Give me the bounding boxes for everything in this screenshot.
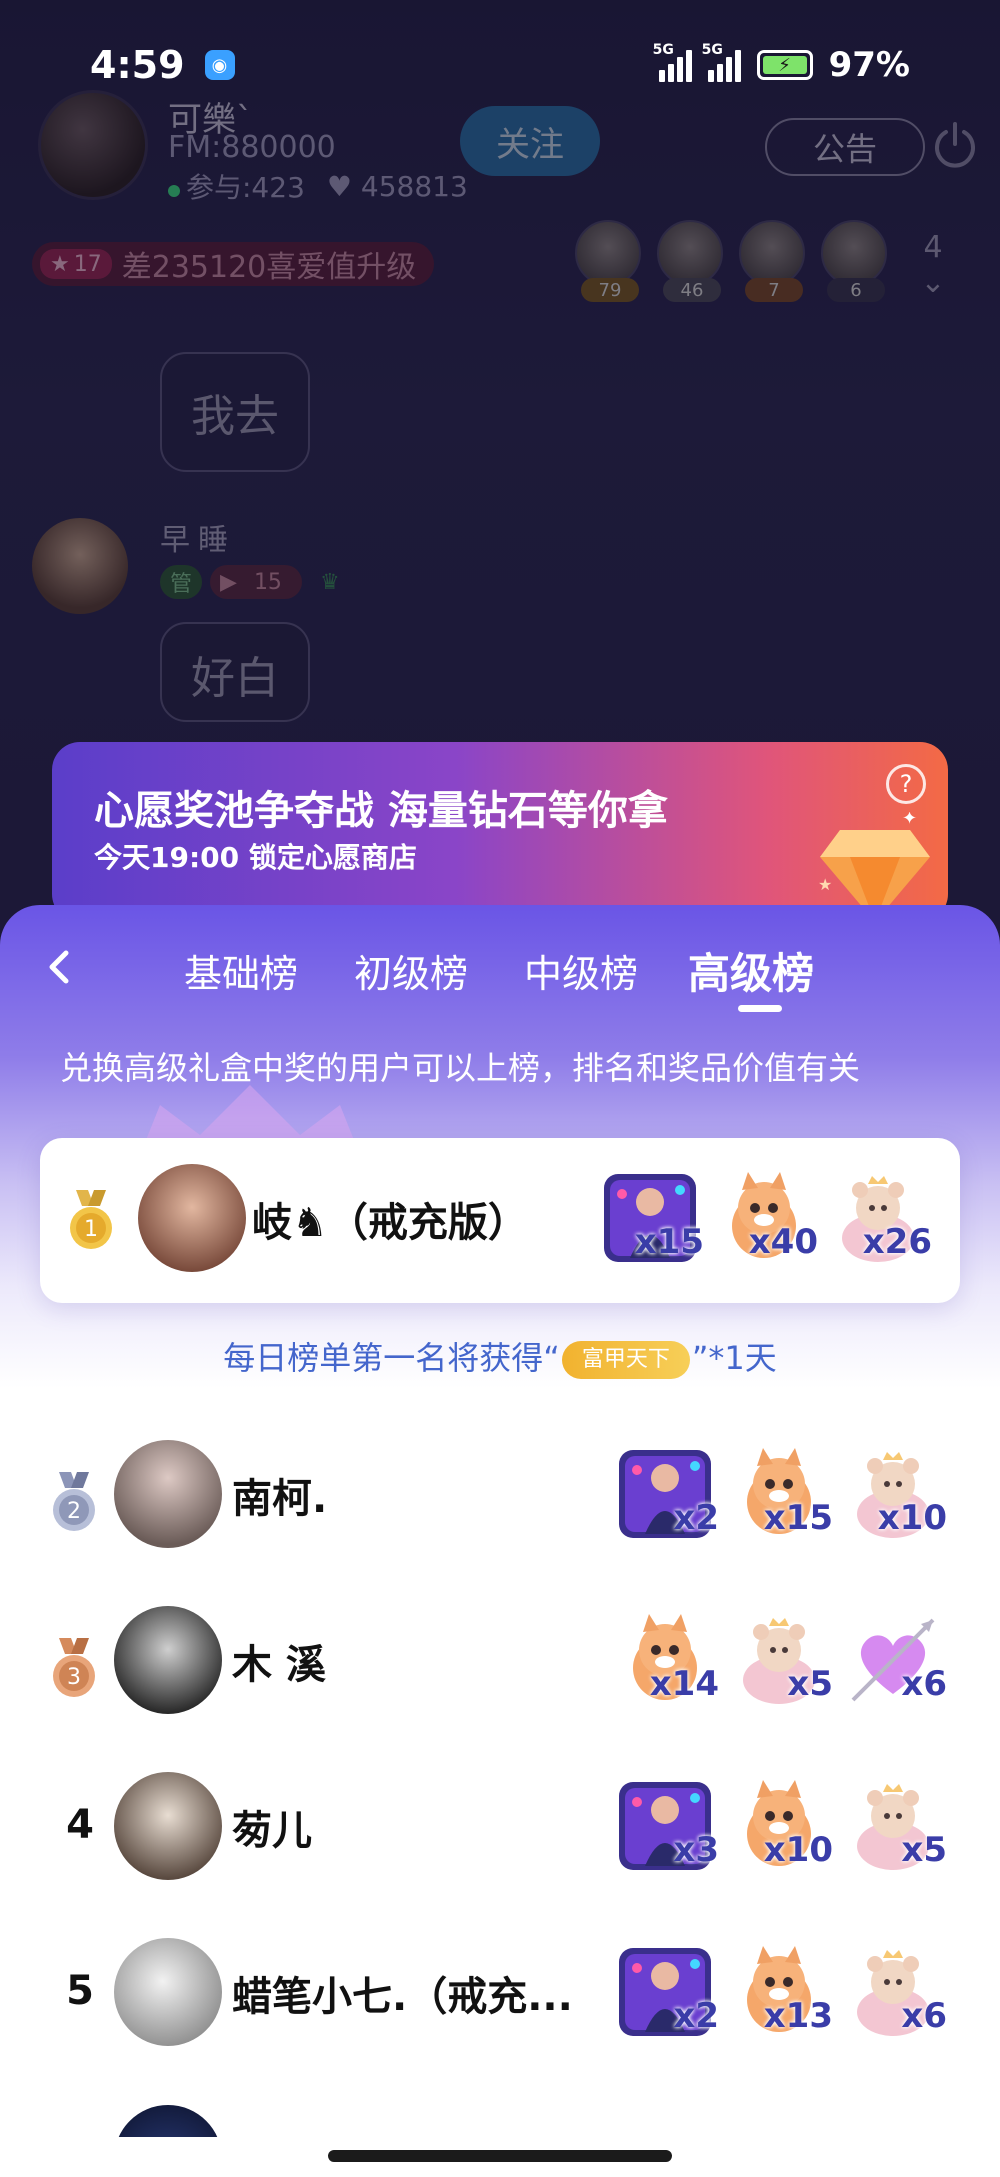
help-icon[interactable]: ? bbox=[886, 764, 926, 804]
dj-girl-gift-icon: x2 bbox=[615, 1444, 719, 1544]
tab-junior[interactable]: 初级榜 bbox=[354, 935, 468, 1005]
chat-message: 我去 bbox=[160, 352, 310, 472]
app-notification-icon: ◉ bbox=[204, 50, 235, 80]
user-avatar[interactable] bbox=[138, 1164, 246, 1272]
daily-reward-note: 每日榜单第一名将获得“ 富甲天下 ”*1天 bbox=[223, 1339, 777, 1379]
rank-number: 4 bbox=[66, 1802, 94, 1848]
kitten-gift-icon: x14 bbox=[615, 1610, 719, 1710]
user-name: 南柯. bbox=[232, 1476, 328, 1522]
heart-icon: ♥ bbox=[326, 169, 352, 203]
prize-list: x14 x5 x6 bbox=[615, 1610, 947, 1710]
leaderboard-row[interactable]: 3 木 溪 x14 x5 x6 bbox=[0, 1606, 1000, 1726]
chat-user-badges: 管 ▶ 15 ♛ bbox=[160, 565, 350, 599]
user-level-badge: ▶ 15 bbox=[210, 565, 302, 599]
tab-indicator bbox=[738, 1005, 782, 1012]
dj-girl-gift-icon: x15 bbox=[600, 1168, 704, 1268]
user-name: 蜡笔小七.（戒充... bbox=[232, 1974, 573, 2020]
viewer-avatar[interactable]: 46 bbox=[657, 220, 727, 302]
leaderboard-sheet: 基础榜 初级榜 中级榜 高级榜 兑换高级礼盒中奖的用户可以上榜，排名和奖品价值有… bbox=[0, 905, 1000, 2177]
chat-message: 好白 bbox=[160, 622, 310, 722]
wish-pool-banner[interactable]: 心愿奖池争夺战 海量钻石等你拿 今天19:00 锁定心愿商店 ? ✦ ★ bbox=[52, 742, 948, 922]
svg-text:1: 1 bbox=[84, 1217, 98, 1242]
tab-basic[interactable]: 基础榜 bbox=[184, 935, 298, 1005]
angel-bear-gift-icon: x6 bbox=[843, 1942, 947, 2042]
user-name: 岐♞（戒充版） bbox=[252, 1200, 528, 1246]
online-dot-icon bbox=[168, 185, 180, 197]
promo-title: 心愿奖池争夺战 海量钻石等你拿 bbox=[94, 788, 668, 834]
viewer-avatar[interactable]: 6 bbox=[821, 220, 891, 302]
heart-arrow-gift-icon: x6 bbox=[843, 1610, 947, 1710]
user-avatar[interactable] bbox=[114, 1938, 222, 2046]
participants-count: 参与:423 bbox=[186, 171, 305, 204]
rank-number: 5 bbox=[66, 1968, 94, 2014]
clock: 4:59 bbox=[90, 43, 185, 87]
hearts-count: 458813 bbox=[360, 169, 468, 203]
svg-text:2: 2 bbox=[67, 1499, 81, 1524]
battery-icon: ⚡ bbox=[756, 50, 813, 80]
bronze-medal-icon: 3 bbox=[53, 1638, 95, 1697]
level-star-icon: ★ 17 bbox=[40, 249, 112, 279]
user-avatar[interactable] bbox=[114, 1440, 222, 1548]
room-stats: 参与:423 ♥ 458813 bbox=[168, 166, 468, 206]
svg-text:★: ★ bbox=[818, 875, 832, 894]
user-avatar[interactable] bbox=[114, 1606, 222, 1714]
reward-badge: 富甲天下 bbox=[561, 1341, 690, 1379]
chat-user-avatar[interactable] bbox=[32, 518, 128, 614]
kitten-gift-icon: x40 bbox=[714, 1168, 818, 1268]
kitten-gift-icon: x10 bbox=[729, 1776, 833, 1876]
viewer-avatar[interactable]: 7 bbox=[739, 220, 809, 302]
room-fm-id: FM:880000 bbox=[168, 130, 336, 165]
room-level-badge[interactable]: ★ 17 差235120喜爱值升级 bbox=[32, 242, 435, 286]
first-place-card[interactable]: 1 岐♞（戒充版） x15 x40 x26 bbox=[40, 1138, 960, 1303]
angel-bear-gift-icon: x5 bbox=[729, 1610, 833, 1710]
leaderboard-row[interactable]: 4 茐儿 x3 x10 x5 bbox=[0, 1772, 1000, 1892]
leaderboard-row[interactable]: 5 蜡笔小七.（戒充... x2 x13 x6 bbox=[0, 1938, 1000, 2058]
level-progress-text: 差235120喜爱值升级 bbox=[121, 250, 417, 285]
viewer-list: 79 46 7 6 4 ⌄ bbox=[575, 220, 963, 302]
promo-subtitle: 今天19:00 锁定心愿商店 bbox=[94, 841, 417, 874]
prize-list: x2 x13 x6 bbox=[615, 1942, 947, 2042]
leaderboard-tabs: 基础榜 初级榜 中级榜 高级榜 bbox=[0, 935, 1000, 1005]
angel-bear-gift-icon: x10 bbox=[843, 1444, 947, 1544]
prize-list: x3 x10 x5 bbox=[615, 1776, 947, 1876]
user-name: 木 溪 bbox=[232, 1642, 326, 1688]
tab-senior[interactable]: 高级榜 bbox=[688, 935, 814, 1005]
svg-text:✦: ✦ bbox=[902, 812, 917, 829]
admin-badge: 管 bbox=[160, 565, 203, 599]
kitten-gift-icon: x13 bbox=[729, 1942, 833, 2042]
svg-text:3: 3 bbox=[67, 1665, 81, 1690]
signal-5g-icon: 5G bbox=[702, 42, 741, 82]
status-bar: 4:59 ◉ 5G 5G ⚡ 97% bbox=[0, 0, 1000, 130]
dj-girl-gift-icon: x2 bbox=[615, 1942, 719, 2042]
chat-user-name: 早睡 bbox=[160, 523, 236, 558]
battery-percent: 97% bbox=[828, 45, 910, 85]
dj-girl-gift-icon: x3 bbox=[615, 1776, 719, 1876]
gold-medal-icon: 1 bbox=[70, 1190, 112, 1249]
prize-list: x2 x15 x10 bbox=[615, 1444, 947, 1544]
user-name: 茐儿 bbox=[232, 1808, 312, 1854]
prize-list: x15 x40 x26 bbox=[600, 1168, 932, 1268]
tab-intermediate[interactable]: 中级榜 bbox=[524, 935, 638, 1005]
ranking-badge-icon: ♛ bbox=[319, 569, 340, 595]
angel-bear-gift-icon: x5 bbox=[843, 1776, 947, 1876]
viewer-more-count[interactable]: 4 ⌄ bbox=[903, 220, 963, 300]
signal-5g-icon: 5G bbox=[653, 42, 692, 82]
user-avatar[interactable] bbox=[114, 1772, 222, 1880]
kitten-gift-icon: x15 bbox=[729, 1444, 833, 1544]
viewer-avatar[interactable]: 79 bbox=[575, 220, 645, 302]
leaderboard-row[interactable]: 2 南柯. x2 x15 x10 bbox=[0, 1440, 1000, 1560]
home-indicator[interactable] bbox=[328, 2150, 672, 2162]
angel-bear-gift-icon: x26 bbox=[828, 1168, 932, 1268]
silver-medal-icon: 2 bbox=[53, 1472, 95, 1531]
